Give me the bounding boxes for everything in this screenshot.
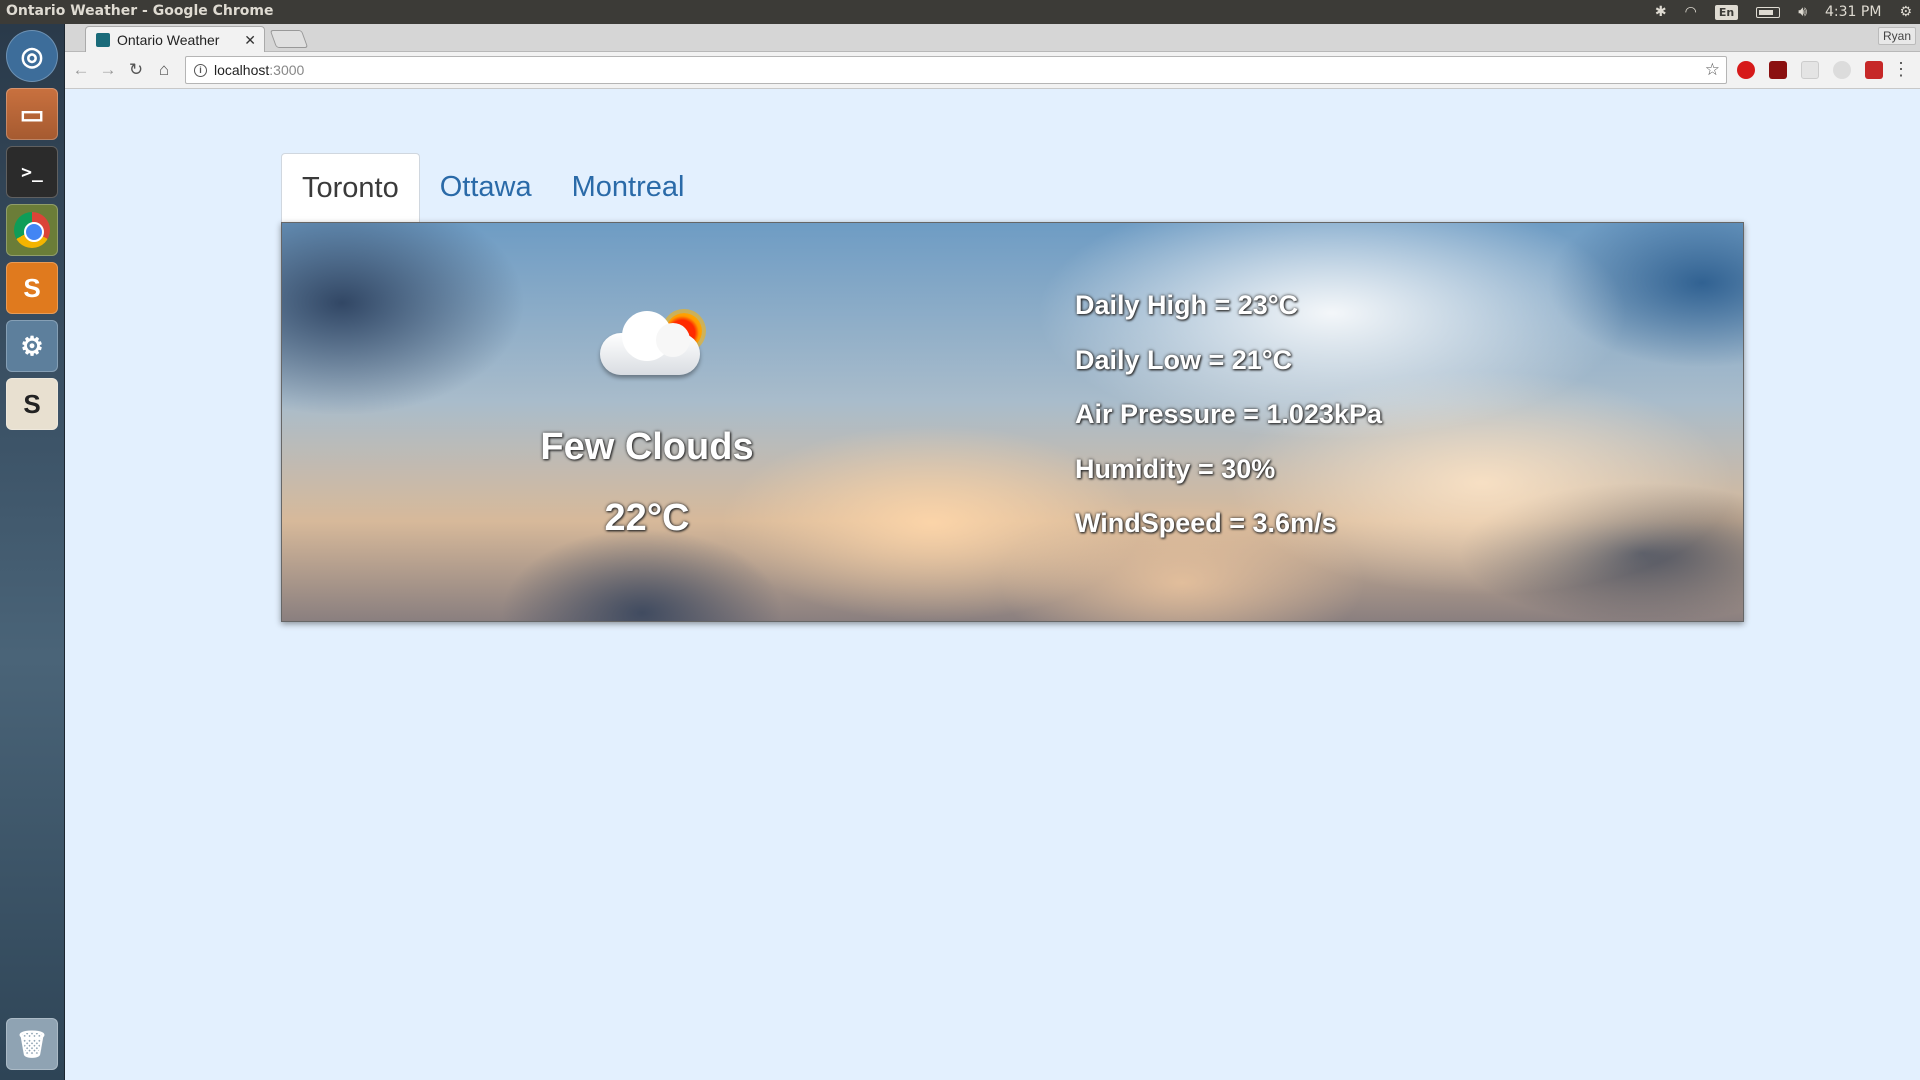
trash-icon[interactable]: 🗑︎ <box>6 1018 58 1070</box>
few-clouds-icon <box>594 311 704 381</box>
home-icon[interactable]: ⌂ <box>153 60 175 80</box>
chrome-menu-icon[interactable]: ⋮ <box>1892 59 1910 80</box>
back-arrow-icon[interactable]: ← <box>70 60 92 80</box>
url-host: localhost <box>214 62 270 78</box>
window-title: Ontario Weather - Google Chrome <box>6 3 274 19</box>
sublime-text-icon[interactable]: S <box>6 262 58 314</box>
tab-toronto[interactable]: Toronto <box>281 153 420 222</box>
battery-icon[interactable] <box>1756 6 1781 18</box>
extension-icon[interactable] <box>1801 61 1819 79</box>
system-top-panel: Ontario Weather - Google Chrome ✱ ◠ En 🔊… <box>0 0 1920 24</box>
address-bar[interactable]: i localhost:3000 ☆ <box>185 56 1727 84</box>
keyboard-language-indicator[interactable]: En <box>1714 4 1739 20</box>
system-gear-icon[interactable]: ⚙ <box>1899 0 1912 24</box>
opera-extension-icon[interactable] <box>1737 61 1755 79</box>
reload-icon[interactable]: ↻ <box>125 60 147 80</box>
extension-icon[interactable] <box>1833 61 1851 79</box>
browser-toolbar: ← → ↻ ⌂ i localhost:3000 ☆ ⋮ <box>65 52 1920 89</box>
bookmark-star-icon[interactable]: ☆ <box>1705 60 1720 80</box>
weather-card: Few Clouds 22°C Daily High = 23°C Daily … <box>281 222 1744 622</box>
air-pressure: Air Pressure = 1.023kPa <box>1075 399 1382 429</box>
page-content: Toronto Ottawa Montreal Few Clouds 22°C … <box>65 89 1920 1080</box>
wind-speed: WindSpeed = 3.6m/s <box>1075 508 1337 538</box>
clock[interactable]: 4:31 PM <box>1825 0 1881 24</box>
ublock-extension-icon[interactable] <box>1769 61 1787 79</box>
tab-ottawa[interactable]: Ottawa <box>420 153 552 222</box>
files-icon[interactable]: ▭ <box>6 88 58 140</box>
forward-arrow-icon[interactable]: → <box>97 60 119 80</box>
daily-low: Daily Low = 21°C <box>1075 344 1293 375</box>
chrome-icon[interactable] <box>6 204 58 256</box>
terminal-icon[interactable]: >_ <box>6 146 58 198</box>
wifi-icon[interactable]: ◠ <box>1685 0 1697 24</box>
system-settings-icon[interactable]: ⚙ <box>6 320 58 372</box>
close-tab-icon[interactable]: ✕ <box>244 32 256 49</box>
daily-high: Daily High = 23°C <box>1075 290 1299 320</box>
ubuntu-launcher: ◎ ▭ >_ S ⚙ S 🗑︎ <box>0 24 65 1080</box>
settings-daemon-icon[interactable]: ✱ <box>1655 0 1667 24</box>
profile-button[interactable]: Ryan <box>1877 27 1916 45</box>
tab-montreal[interactable]: Montreal <box>552 153 705 222</box>
extension-icon[interactable] <box>1865 61 1883 79</box>
weather-condition: Few Clouds <box>540 426 754 468</box>
humidity: Humidity = 30% <box>1075 453 1276 484</box>
city-tabs: Toronto Ottawa Montreal <box>281 153 704 222</box>
new-tab-button[interactable] <box>269 30 309 48</box>
volume-icon[interactable]: 🔊︎ <box>1798 0 1807 24</box>
current-temperature: 22°C <box>604 497 690 539</box>
site-info-icon[interactable]: i <box>194 63 207 77</box>
ubuntu-dash-icon[interactable]: ◎ <box>6 30 58 82</box>
system-tray: ✱ ◠ En 🔊︎ 4:31 PM ⚙ <box>1655 0 1912 24</box>
browser-tab-strip: Ontario Weather ✕ Ryan <box>65 24 1920 52</box>
favicon-icon <box>96 32 110 47</box>
weather-details: Daily High = 23°C Daily Low = 21°C Air P… <box>1075 289 1382 562</box>
slack-icon[interactable]: S <box>6 378 58 430</box>
browser-tab-title: Ontario Weather <box>117 31 220 48</box>
browser-tab[interactable]: Ontario Weather ✕ <box>85 26 265 52</box>
url-port: :3000 <box>269 62 305 78</box>
cloud-icon <box>600 311 700 375</box>
